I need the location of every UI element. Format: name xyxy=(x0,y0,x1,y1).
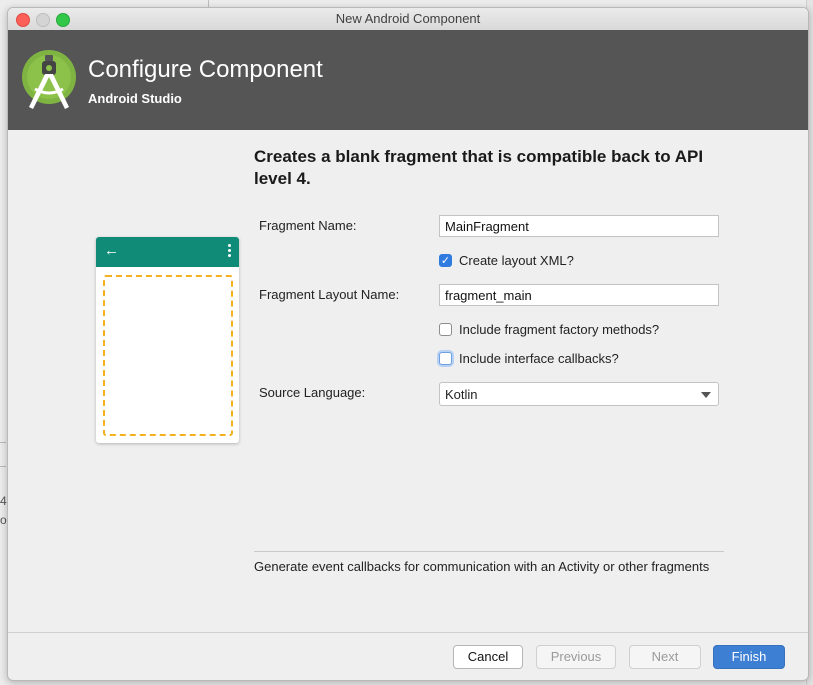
title-bar[interactable]: New Android Component xyxy=(8,8,808,31)
android-studio-logo-icon xyxy=(22,50,76,109)
interface-callbacks-checkbox[interactable] xyxy=(439,352,452,365)
cancel-button[interactable]: Cancel xyxy=(453,645,523,669)
source-language-value: Kotlin xyxy=(445,387,478,402)
header-title: Configure Component xyxy=(88,56,323,83)
factory-methods-checkbox[interactable] xyxy=(439,323,452,336)
header-subtitle: Android Studio xyxy=(88,91,182,106)
finish-button[interactable]: Finish xyxy=(713,645,785,669)
overflow-menu-icon xyxy=(228,244,231,260)
fragment-placeholder xyxy=(103,275,233,436)
source-language-select[interactable]: Kotlin xyxy=(439,382,719,406)
background-divider xyxy=(0,442,6,443)
layout-name-label: Fragment Layout Name: xyxy=(259,287,400,302)
background-text: 4 xyxy=(0,494,7,508)
footer-divider xyxy=(8,632,808,633)
next-button[interactable]: Next xyxy=(629,645,701,669)
chevron-down-icon xyxy=(701,392,711,398)
template-description-heading: Creates a blank fragment that is compati… xyxy=(254,147,704,188)
factory-methods-label[interactable]: Include fragment factory methods? xyxy=(459,322,659,337)
create-layout-label[interactable]: Create layout XML? xyxy=(459,253,574,268)
fragment-preview: ← xyxy=(96,237,239,443)
background-divider xyxy=(208,0,209,7)
description-divider xyxy=(254,551,724,552)
parameter-help-text: Generate event callbacks for communicati… xyxy=(254,559,710,574)
create-layout-checkbox[interactable]: ✓ xyxy=(439,254,452,267)
wizard-header: Configure Component Android Studio xyxy=(8,30,808,130)
preview-toolbar: ← xyxy=(96,237,239,267)
previous-button[interactable]: Previous xyxy=(536,645,616,669)
fragment-name-input[interactable] xyxy=(439,215,719,237)
window-title: New Android Component xyxy=(335,11,481,26)
dialog-window: New Android Component Configure Componen… xyxy=(7,7,809,681)
fragment-name-label: Fragment Name: xyxy=(259,218,357,233)
interface-callbacks-label[interactable]: Include interface callbacks? xyxy=(459,351,619,366)
arrow-back-icon: ← xyxy=(104,242,119,259)
background-text: o xyxy=(0,513,7,527)
background-divider xyxy=(0,466,6,467)
layout-name-input[interactable] xyxy=(439,284,719,306)
source-language-label: Source Language: xyxy=(259,385,366,400)
